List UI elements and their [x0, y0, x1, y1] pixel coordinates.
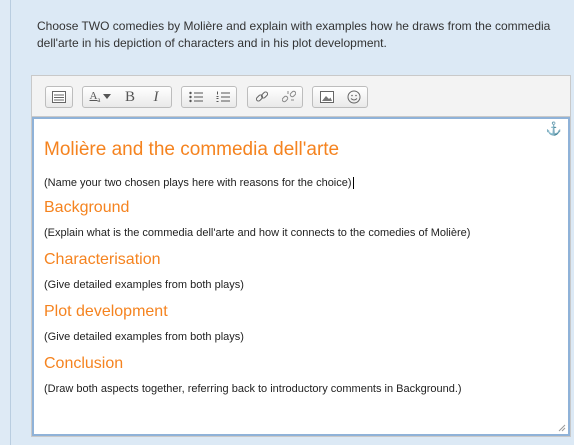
unlink-button[interactable] [275, 87, 302, 107]
editor-content-area[interactable]: ⚓ Molière and the commedia dell'arte (Na… [32, 117, 570, 436]
italic-icon: I [153, 88, 159, 105]
question-text: Choose TWO comedies by Molière and expla… [37, 19, 551, 50]
image-icon [319, 91, 334, 103]
section-heading-characterisation: Characterisation [44, 251, 161, 268]
font-style-button[interactable]: Aa [83, 87, 117, 107]
anchor-icon: ⚓ [545, 121, 562, 136]
unlink-icon [281, 90, 296, 103]
text-caret [352, 177, 354, 190]
toolbar-group-more [45, 86, 73, 108]
editor-toolbar: Aa B I [32, 76, 570, 117]
section-body-background: (Explain what is the commedia dell'arte … [44, 227, 471, 239]
section-heading-plot-development: Plot development [44, 303, 168, 320]
ordered-list-icon [216, 91, 230, 102]
content-title: Molière and the commedia dell'arte [44, 139, 340, 160]
emoticon-button[interactable] [340, 87, 367, 107]
bold-button[interactable]: B [117, 87, 143, 107]
link-icon [255, 91, 268, 102]
toolbar-group-lists [181, 86, 237, 108]
bold-icon: B [124, 88, 135, 105]
unordered-list-icon [188, 91, 203, 103]
ordered-list-button[interactable] [209, 87, 236, 107]
show-more-icon [52, 91, 66, 103]
show-more-button[interactable] [46, 87, 72, 107]
text-editor: Aa B I ⚓ Molière and the commedia dell'a… [31, 75, 571, 437]
font-style-icon: Aa [89, 89, 101, 105]
content-intro: (Name your two chosen plays here with re… [44, 177, 354, 190]
question-panel: Choose TWO comedies by Molière and expla… [10, 0, 574, 445]
emoticon-icon [347, 90, 360, 104]
toolbar-group-text: Aa B I [82, 86, 172, 108]
section-body-plot-development: (Give detailed examples from both plays) [44, 331, 244, 343]
section-heading-background: Background [44, 199, 130, 216]
italic-button[interactable]: I [143, 87, 169, 107]
toolbar-group-links [247, 86, 303, 108]
unordered-list-button[interactable] [182, 87, 209, 107]
image-button[interactable] [313, 87, 340, 107]
section-body-conclusion: (Draw both aspects together, referring b… [44, 383, 462, 395]
toolbar-group-media [312, 86, 368, 108]
section-body-characterisation: (Give detailed examples from both plays) [44, 279, 244, 291]
resize-handle-icon[interactable] [558, 424, 566, 432]
content-intro-text: (Name your two chosen plays here with re… [44, 177, 352, 189]
chevron-down-icon [102, 94, 111, 99]
link-button[interactable] [248, 87, 275, 107]
section-heading-conclusion: Conclusion [44, 355, 124, 372]
